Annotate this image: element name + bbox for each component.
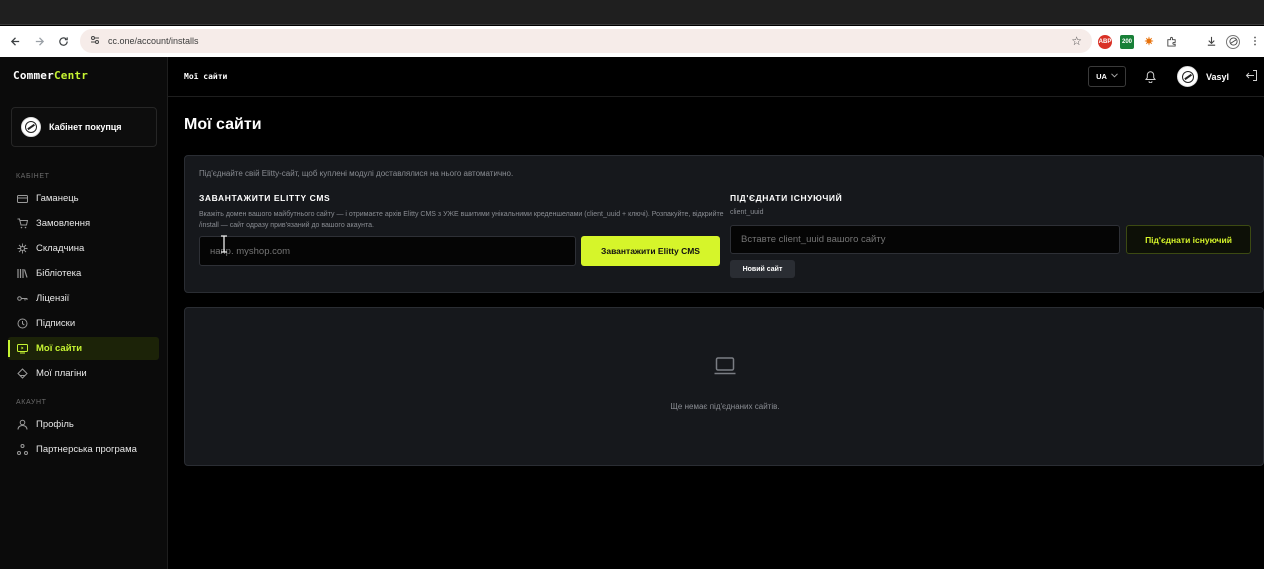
client-uuid-input[interactable] [730, 225, 1120, 254]
download-cms-title: ЗАВАНТАЖИТИ ELITTY CMS [199, 193, 331, 203]
browser-tab-strip [0, 0, 1264, 25]
adblock-extension-icon[interactable]: ABP [1098, 34, 1112, 49]
laptop-icon [714, 357, 736, 376]
sidebar-item-my-plugins[interactable]: Мої плагіни [8, 362, 159, 385]
sidebar-item-label: Замовлення [36, 218, 91, 229]
sidebar-item-label: Мої плагіни [36, 368, 87, 379]
language-value: UA [1096, 72, 1107, 81]
main-content: Мої сайти Під'єднайте свій Elitty-сайт, … [168, 97, 1264, 569]
sidebar-item-label: Мої сайти [36, 343, 83, 354]
sidebar-item-label: Гаманець [36, 193, 79, 204]
address-bar[interactable]: cc.one/account/installs ☆ [80, 29, 1092, 53]
new-site-button[interactable]: Новий сайт [730, 260, 795, 278]
user-avatar[interactable] [1177, 66, 1198, 87]
section-account-title: АКАУНТ [16, 399, 47, 406]
cabinet-avatar [21, 117, 41, 137]
download-icon[interactable] [1204, 34, 1218, 49]
status-200-extension-icon[interactable]: 200 [1120, 34, 1134, 49]
sidebar-item-label: Підписки [36, 318, 76, 329]
back-icon[interactable] [3, 29, 27, 53]
download-cms-description: Вкажіть домен вашого майбутнього сайту —… [199, 211, 724, 229]
browser-menu-icon[interactable]: ⋮ [1248, 34, 1262, 49]
sites-list-empty-panel: Ще немає під'єднаних сайтів. [184, 307, 1264, 466]
sidebar-item-label: Ліцензії [36, 293, 70, 304]
bookmark-star-icon[interactable]: ☆ [1071, 34, 1082, 48]
key-icon [16, 293, 28, 305]
profile-icon[interactable] [1226, 34, 1240, 49]
sidebar-item-profile[interactable]: Профіль [8, 413, 159, 436]
sidebar-item-affiliate[interactable]: Партнерська програма [8, 438, 159, 461]
cabinet-switcher[interactable]: Кабінет покупця [11, 107, 157, 147]
connect-site-panel: Під'єднайте свій Elitty-сайт, щоб куплен… [184, 155, 1264, 293]
sidebar-item-orders[interactable]: Замовлення [8, 212, 159, 235]
sun-extension-icon[interactable]: ✷ [1142, 34, 1156, 49]
sidebar-item-my-sites[interactable]: Мої сайти [8, 337, 159, 360]
logout-icon[interactable] [1245, 69, 1259, 83]
sidebar-item-label: Складчина [36, 243, 85, 254]
sidebar-item-library[interactable]: Бібліотека [8, 262, 159, 285]
user-icon [16, 419, 28, 431]
logo-text-part2: Centr [53, 69, 89, 82]
sidebar-item-label: Профіль [36, 419, 74, 430]
sparkle-icon [16, 243, 28, 255]
section-cabinet-title: КАБІНЕТ [16, 173, 50, 180]
logo[interactable]: CommerCentr [13, 69, 88, 82]
extensions-area: ABP 200 ✷ ⋮ [1098, 26, 1262, 57]
puzzle-icon [16, 368, 28, 380]
sidebar-item-licenses[interactable]: Ліцензії [8, 287, 159, 310]
logo-text-part1: Commer [13, 69, 54, 82]
site-settings-icon[interactable] [90, 32, 100, 50]
connect-existing-button[interactable]: Під'єднати існуючий [1126, 225, 1251, 254]
panel-info-text: Під'єднайте свій Elitty-сайт, щоб куплен… [199, 169, 514, 178]
forward-icon[interactable] [27, 29, 51, 53]
language-selector[interactable]: UA [1088, 66, 1126, 87]
network-icon [16, 444, 28, 456]
monitor-icon [16, 343, 28, 355]
url-text: cc.one/account/installs [108, 36, 199, 46]
sidebar-item-group-buy[interactable]: Складчина [8, 237, 159, 260]
user-name[interactable]: Vasyl [1206, 72, 1229, 82]
reload-icon[interactable] [51, 29, 75, 53]
cabinet-label: Кабінет покупця [49, 122, 122, 132]
sidebar-item-label: Бібліотека [36, 268, 82, 279]
cart-icon [16, 218, 28, 230]
page-title: Мої сайти [184, 116, 262, 133]
domain-input[interactable] [199, 236, 576, 266]
connect-existing-title: ПІД'ЄДНАТИ ІСНУЮЧИЙ [730, 193, 843, 203]
sidebar-item-label: Партнерська програма [36, 444, 137, 455]
empty-state-text: Ще немає під'єднаних сайтів. [670, 402, 780, 411]
sidebar-item-subscriptions[interactable]: Підписки [8, 312, 159, 335]
clock-icon [16, 318, 28, 330]
chevron-down-icon [1111, 73, 1118, 80]
wallet-icon [16, 193, 28, 205]
sidebar: CommerCentr Кабінет покупця КАБІНЕТ Гама… [0, 57, 168, 569]
library-icon [16, 268, 28, 280]
browser-toolbar: cc.one/account/installs ☆ ABP 200 ✷ ⋮ [0, 26, 1264, 57]
puzzle-extensions-icon[interactable] [1164, 34, 1178, 49]
app: CommerCentr Кабінет покупця КАБІНЕТ Гама… [0, 57, 1264, 569]
download-cms-button[interactable]: Завантажити Elitty CMS [581, 236, 720, 266]
header-title: Мої сайти [184, 72, 228, 81]
top-header: Мої сайти UA Vasyl [168, 57, 1264, 97]
sidebar-item-wallet[interactable]: Гаманець [8, 187, 159, 210]
text-cursor-icon [220, 235, 228, 253]
notifications-bell-icon[interactable] [1142, 68, 1158, 84]
client-uuid-label: client_uuid [730, 209, 764, 216]
